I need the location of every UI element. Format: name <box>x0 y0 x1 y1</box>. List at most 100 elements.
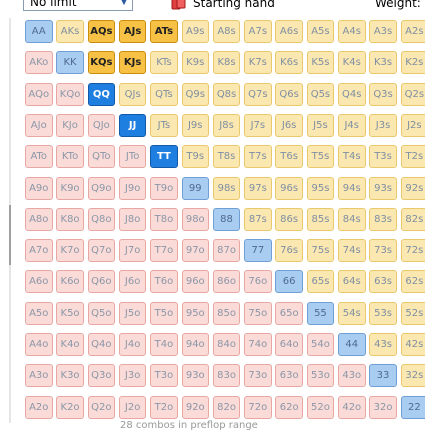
hand-cell-ATo[interactable]: ATo <box>25 145 53 169</box>
hand-cell-AA[interactable]: AA <box>25 20 53 43</box>
hand-cell-42o[interactable]: 42o <box>338 395 366 419</box>
hand-cell-64s[interactable]: 64s <box>338 270 366 294</box>
hand-cell-K9o[interactable]: K9o <box>56 176 84 200</box>
hand-cell-43s[interactable]: 43s <box>369 333 397 356</box>
hand-cell-85o[interactable]: 85o <box>212 301 241 325</box>
hand-cell-K7s[interactable]: K7s <box>244 51 272 75</box>
hand-cell-KK[interactable]: KK <box>56 51 84 75</box>
hand-cell-A5o[interactable]: A5o <box>25 301 53 325</box>
hand-cell-T2o[interactable]: T2o <box>150 395 178 419</box>
hand-cell-T8o[interactable]: T8o <box>150 207 178 231</box>
hand-cell-QJs[interactable]: QJs <box>118 82 147 106</box>
hand-cell-Q7o[interactable]: Q7o <box>87 239 116 263</box>
hand-cell-K8s[interactable]: K8s <box>212 51 241 75</box>
hand-cell-65o[interactable]: 65o <box>275 301 303 325</box>
hand-cell-97o[interactable]: 97o <box>181 239 209 263</box>
hand-cell-83o[interactable]: 83o <box>212 364 241 388</box>
hand-cell-TT[interactable]: TT <box>150 145 178 169</box>
hand-cell-AJo[interactable]: AJo <box>25 113 53 137</box>
hand-cell-33[interactable]: 33 <box>369 364 397 388</box>
hand-cell-J3o[interactable]: J3o <box>118 364 147 388</box>
hand-cell-K3o[interactable]: K3o <box>56 364 84 388</box>
hand-cell-J9o[interactable]: J9o <box>118 176 147 200</box>
hand-cell-KTo[interactable]: KTo <box>56 145 84 169</box>
hand-cell-95o[interactable]: 95o <box>181 301 209 325</box>
hand-cell-ATs[interactable]: ATs <box>150 20 178 43</box>
hand-cell-72o[interactable]: 72o <box>244 395 272 419</box>
hand-cell-Q7s[interactable]: Q7s <box>244 82 272 106</box>
hand-cell-J8s[interactable]: J8s <box>212 113 241 137</box>
hand-cell-43o[interactable]: 43o <box>338 364 366 388</box>
hand-cell-A2s[interactable]: A2s <box>400 20 425 43</box>
hand-cell-85s[interactable]: 85s <box>306 207 335 231</box>
hand-cell-T4s[interactable]: T4s <box>338 145 366 169</box>
hand-cell-64o[interactable]: 64o <box>275 333 303 356</box>
hand-cell-A8o[interactable]: A8o <box>25 207 53 231</box>
hand-cell-T9s[interactable]: T9s <box>181 145 209 169</box>
hand-cell-J5o[interactable]: J5o <box>118 301 147 325</box>
hand-cell-J4s[interactable]: J4s <box>338 113 366 137</box>
hand-cell-T4o[interactable]: T4o <box>150 333 178 356</box>
hand-cell-65s[interactable]: 65s <box>306 270 335 294</box>
hand-cell-86o[interactable]: 86o <box>212 270 241 294</box>
hand-cell-62o[interactable]: 62o <box>275 395 303 419</box>
hand-cell-A6o[interactable]: A6o <box>25 270 53 294</box>
hand-cell-T5s[interactable]: T5s <box>306 145 335 169</box>
hand-cell-J6o[interactable]: J6o <box>118 270 147 294</box>
hand-cell-Q8o[interactable]: Q8o <box>87 207 116 231</box>
hand-cell-63s[interactable]: 63s <box>369 270 397 294</box>
hand-cell-KJs[interactable]: KJs <box>118 51 147 75</box>
hand-cell-87o[interactable]: 87o <box>212 239 241 263</box>
hand-cell-K9s[interactable]: K9s <box>181 51 209 75</box>
hand-cell-A4s[interactable]: A4s <box>338 20 366 43</box>
hand-cell-K3s[interactable]: K3s <box>369 51 397 75</box>
hand-cell-K5o[interactable]: K5o <box>56 301 84 325</box>
hand-cell-J7o[interactable]: J7o <box>118 239 147 263</box>
chevron-down-icon[interactable]: ▼ <box>118 0 130 9</box>
hand-cell-75s[interactable]: 75s <box>306 239 335 263</box>
hand-cell-K6s[interactable]: K6s <box>275 51 303 75</box>
hand-cell-JTo[interactable]: JTo <box>118 145 147 169</box>
hand-cell-96s[interactable]: 96s <box>275 176 303 200</box>
hand-cell-84o[interactable]: 84o <box>212 333 241 356</box>
hand-cell-93o[interactable]: 93o <box>181 364 209 388</box>
hand-cell-A5s[interactable]: A5s <box>306 20 335 43</box>
hand-cell-J4o[interactable]: J4o <box>118 333 147 356</box>
hand-cell-AJs[interactable]: AJs <box>118 20 147 43</box>
hand-cell-77[interactable]: 77 <box>244 239 272 263</box>
hand-cell-K2s[interactable]: K2s <box>400 51 425 75</box>
hand-cell-T8s[interactable]: T8s <box>212 145 241 169</box>
hand-cell-42s[interactable]: 42s <box>400 333 425 356</box>
hand-cell-T3o[interactable]: T3o <box>150 364 178 388</box>
hand-cell-A6s[interactable]: A6s <box>275 20 303 43</box>
hand-cell-96o[interactable]: 96o <box>181 270 209 294</box>
hand-cell-Q4s[interactable]: Q4s <box>338 82 366 106</box>
hand-cell-J5s[interactable]: J5s <box>306 113 335 137</box>
hand-cell-K2o[interactable]: K2o <box>56 395 84 419</box>
hand-cell-AKs[interactable]: AKs <box>56 20 84 43</box>
hand-cell-T9o[interactable]: T9o <box>150 176 178 200</box>
hand-cell-53o[interactable]: 53o <box>306 364 335 388</box>
hand-cell-63o[interactable]: 63o <box>275 364 303 388</box>
hand-cell-QTo[interactable]: QTo <box>87 145 116 169</box>
hand-cell-AQs[interactable]: AQs <box>87 20 116 43</box>
hand-cell-QJo[interactable]: QJo <box>87 113 116 137</box>
hand-cell-94s[interactable]: 94s <box>338 176 366 200</box>
hand-cell-55[interactable]: 55 <box>306 301 335 325</box>
hand-cell-52s[interactable]: 52s <box>400 301 425 325</box>
hand-cell-88[interactable]: 88 <box>212 207 241 231</box>
hand-cell-J6s[interactable]: J6s <box>275 113 303 137</box>
hand-cell-53s[interactable]: 53s <box>369 301 397 325</box>
hand-cell-T7o[interactable]: T7o <box>150 239 178 263</box>
hand-cell-JJ[interactable]: JJ <box>118 113 147 137</box>
scrollbar-thumb[interactable] <box>9 205 11 265</box>
hand-cell-K7o[interactable]: K7o <box>56 239 84 263</box>
hand-cell-K4o[interactable]: K4o <box>56 333 84 356</box>
hand-cell-T7s[interactable]: T7s <box>244 145 272 169</box>
limit-select[interactable]: No limit ▼ <box>23 0 133 11</box>
hand-cell-66[interactable]: 66 <box>275 270 303 294</box>
hand-cell-KQs[interactable]: KQs <box>87 51 116 75</box>
hand-cell-Q4o[interactable]: Q4o <box>87 333 116 356</box>
hand-cell-A9o[interactable]: A9o <box>25 176 53 200</box>
hand-cell-97s[interactable]: 97s <box>244 176 272 200</box>
